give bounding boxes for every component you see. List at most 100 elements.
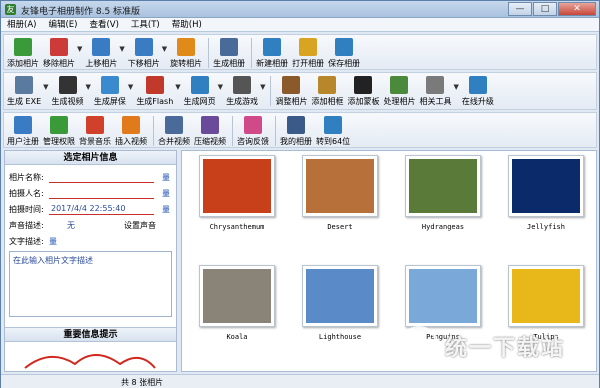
switch-64-button[interactable]: 转到64位: [316, 113, 350, 147]
extra-toolbar: 用户注册 管理权限 背景音乐 插入视频 合并视频 压缩视频 咨询反馈 我的相册 转到64位: [3, 112, 597, 148]
photo-thumbnail[interactable]: [199, 155, 275, 217]
music-button[interactable]: 背景音乐: [79, 113, 111, 147]
menu-album[interactable]: 相册(A): [1, 18, 42, 31]
register-button[interactable]: 用户注册: [7, 113, 39, 147]
photo-caption: Lighthouse: [318, 333, 362, 341]
open-album-icon: [299, 38, 318, 56]
adjust-photo-button[interactable]: 调整相片: [275, 73, 307, 107]
photo-thumbnail[interactable]: [302, 265, 378, 327]
move-down-button[interactable]: 下移相片: [128, 35, 160, 69]
text-desc-edit-icon[interactable]: 量: [49, 236, 57, 247]
toolbar-button-label: 生成 EXE: [7, 97, 42, 106]
photo-thumbnail[interactable]: [405, 155, 481, 217]
photo-thumbnail[interactable]: [199, 265, 275, 327]
upgrade-button[interactable]: 在线升级: [462, 73, 494, 107]
toolbar-button-label: 添加蒙板: [347, 97, 380, 106]
menu-help[interactable]: 帮助(H): [166, 18, 208, 31]
process-photo-button[interactable]: 处理相片: [383, 73, 415, 107]
game-icon: [233, 76, 252, 94]
hint-arc-graphic: [24, 354, 156, 369]
hint-panel: 重要信息提示: [5, 327, 176, 371]
photo-thumbnail[interactable]: [302, 155, 378, 217]
flash-button[interactable]: 生成Flash: [136, 73, 173, 107]
window-title: 友锋电子相册制作 8.5 标准版: [21, 7, 141, 17]
photo-card[interactable]: Hydrangeas: [394, 155, 492, 231]
build-album-button[interactable]: 生成相册: [213, 35, 245, 69]
toolbar-button-label: 插入视频: [115, 137, 147, 146]
toolbar-button-label: 调整相片: [275, 97, 308, 106]
screensaver-button[interactable]: 生成屏保: [94, 73, 126, 107]
my-album-button[interactable]: 我的相册: [280, 113, 312, 147]
move-down-icon: [134, 38, 153, 56]
webpage-button[interactable]: 生成网页: [184, 73, 216, 107]
remove-photo-icon: [50, 38, 68, 56]
add-frame-button[interactable]: 添加相框: [311, 73, 343, 107]
dropdown-arrow-icon[interactable]: ▼: [260, 83, 265, 91]
dropdown-arrow-icon[interactable]: ▼: [119, 45, 124, 53]
add-photo-button[interactable]: 添加相片: [7, 35, 39, 69]
dropdown-arrow-icon[interactable]: ▼: [86, 83, 91, 91]
dropdown-arrow-icon[interactable]: ▼: [43, 83, 48, 91]
feedback-button[interactable]: 咨询反馈: [237, 113, 269, 147]
photo-thumbnail[interactable]: [508, 265, 584, 327]
photographer-edit-icon[interactable]: 量: [162, 188, 170, 199]
build-album-icon: [220, 38, 239, 56]
photo-caption: Koala: [226, 333, 248, 341]
new-album-button[interactable]: 新建相册: [256, 35, 288, 69]
dropdown-arrow-icon[interactable]: ▼: [77, 45, 82, 53]
switch-64-icon: [324, 116, 343, 134]
dropdown-arrow-icon[interactable]: ▼: [453, 83, 458, 91]
toolbar-button-label: 生成Flash: [136, 97, 174, 106]
photo-card[interactable]: Desert: [291, 155, 389, 231]
minimize-button[interactable]: —: [508, 2, 532, 16]
photo-info-header: 选定相片信息: [5, 151, 176, 165]
menu-edit[interactable]: 编辑(E): [42, 18, 83, 31]
photo-thumbnail[interactable]: [405, 265, 481, 327]
toolbar-button-label: 用户注册: [7, 137, 39, 146]
title-bar[interactable]: 友 友锋电子相册制作 8.5 标准版 — □ ✕: [1, 1, 599, 18]
photo-caption: Hydrangeas: [421, 223, 465, 231]
dropdown-arrow-icon[interactable]: ▼: [162, 45, 167, 53]
game-button[interactable]: 生成游戏: [226, 73, 258, 107]
rotate-button[interactable]: 旋转相片: [170, 35, 202, 69]
add-mask-button[interactable]: 添加蒙板: [347, 73, 379, 107]
photo-thumbnail[interactable]: [508, 155, 584, 217]
text-desc-input[interactable]: 在此输入相片文字描述: [9, 251, 172, 317]
exe-icon: [15, 76, 34, 94]
tools-button[interactable]: 相关工具: [419, 73, 451, 107]
photo-card[interactable]: Koala: [188, 265, 286, 341]
video-button[interactable]: 生成视频: [52, 73, 84, 107]
photo-card[interactable]: Jellyfish: [497, 155, 595, 231]
insert-video-button[interactable]: 插入视频: [115, 113, 147, 147]
dropdown-arrow-icon[interactable]: ▼: [218, 83, 223, 91]
sound-value: 无: [67, 221, 75, 230]
exe-button[interactable]: 生成 EXE: [7, 73, 41, 107]
menu-tools[interactable]: 工具(T): [125, 18, 166, 31]
maximize-button[interactable]: □: [533, 2, 557, 16]
move-up-button[interactable]: 上移相片: [85, 35, 117, 69]
photo-card[interactable]: Lighthouse: [291, 265, 389, 341]
photo-image: [306, 159, 374, 213]
dropdown-arrow-icon[interactable]: ▼: [128, 83, 133, 91]
menu-view[interactable]: 查看(V): [83, 18, 124, 31]
permission-button[interactable]: 管理权限: [43, 113, 75, 147]
save-album-button[interactable]: 保存相册: [328, 35, 360, 69]
close-button[interactable]: ✕: [558, 2, 596, 16]
shoot-time-value: 2017/4/4 22:55:40: [51, 204, 126, 213]
photographer-field[interactable]: [49, 198, 154, 199]
dropdown-arrow-icon[interactable]: ▼: [175, 83, 180, 91]
photo-name-edit-icon[interactable]: 量: [162, 172, 170, 183]
shoot-time-edit-icon[interactable]: 量: [162, 204, 170, 215]
tools-icon: [426, 76, 445, 94]
hint-header: 重要信息提示: [5, 328, 176, 342]
photo-card[interactable]: Chrysanthemum: [188, 155, 286, 231]
merge-video-button[interactable]: 合并视频: [158, 113, 190, 147]
toolbar-button-label: 生成屏保: [93, 97, 126, 106]
photo-name-field[interactable]: [49, 182, 154, 183]
shoot-time-field[interactable]: [49, 214, 154, 215]
open-album-button[interactable]: 打开相册: [292, 35, 324, 69]
toolbar-button-label: 移除相片: [43, 59, 75, 68]
remove-photo-button[interactable]: 移除相片: [43, 35, 75, 69]
compress-video-button[interactable]: 压缩视频: [194, 113, 226, 147]
set-sound-link[interactable]: 设置声音: [124, 220, 156, 231]
